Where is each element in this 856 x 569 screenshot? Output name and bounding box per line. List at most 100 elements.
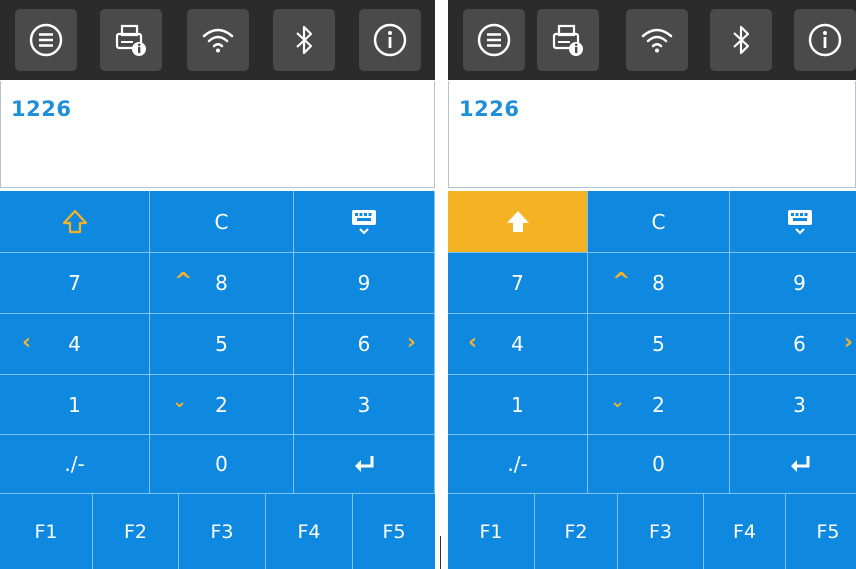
shift-key[interactable] bbox=[0, 191, 150, 253]
key-1-label: 1 bbox=[68, 392, 81, 417]
down-arrow-icon: ⌄ bbox=[610, 391, 626, 412]
key-2-label: 2 bbox=[215, 392, 228, 417]
symbol-key-label: ./- bbox=[507, 452, 528, 476]
wifi-button[interactable] bbox=[187, 9, 249, 71]
key-3[interactable]: 3 bbox=[294, 375, 435, 435]
f1-key[interactable]: F1 bbox=[448, 494, 535, 569]
display-value: 1226 bbox=[459, 97, 520, 121]
enter-key[interactable] bbox=[730, 435, 856, 494]
bluetooth-button[interactable] bbox=[273, 9, 335, 71]
f1-key-label: F1 bbox=[479, 520, 503, 543]
clear-key-label: C bbox=[651, 209, 666, 234]
f4-key-label: F4 bbox=[297, 520, 321, 543]
clear-key-label: C bbox=[214, 209, 229, 234]
key-9[interactable]: 9 bbox=[730, 253, 856, 314]
info-button[interactable] bbox=[359, 9, 421, 71]
input-display[interactable]: 1226 bbox=[0, 81, 435, 188]
f2-key[interactable]: F2 bbox=[93, 494, 179, 569]
key-8[interactable]: ^ 8 bbox=[588, 253, 730, 314]
key-9[interactable]: 9 bbox=[294, 253, 435, 314]
key-4[interactable]: ‹ 4 bbox=[0, 314, 150, 375]
f5-key-label: F5 bbox=[816, 520, 840, 543]
toolbar bbox=[448, 0, 856, 80]
info-button[interactable] bbox=[794, 9, 856, 71]
keyboard-toggle-key[interactable] bbox=[294, 191, 435, 253]
f2-key-label: F2 bbox=[123, 520, 148, 543]
f5-key[interactable]: F5 bbox=[353, 494, 435, 569]
key-3[interactable]: 3 bbox=[730, 375, 856, 435]
clear-key[interactable]: C bbox=[150, 191, 294, 253]
toolbar bbox=[0, 0, 435, 80]
bluetooth-icon bbox=[296, 25, 313, 55]
key-5-label: 5 bbox=[652, 332, 665, 356]
f3-key[interactable]: F3 bbox=[618, 494, 704, 569]
enter-key[interactable] bbox=[294, 435, 435, 494]
info-icon bbox=[808, 23, 842, 57]
f4-key[interactable]: F4 bbox=[704, 494, 786, 569]
f3-key[interactable]: F3 bbox=[179, 494, 266, 569]
key-5[interactable]: 5 bbox=[588, 314, 730, 375]
key-3-label: 3 bbox=[793, 392, 806, 417]
f2-key[interactable]: F2 bbox=[535, 494, 618, 569]
f3-key-label: F3 bbox=[210, 520, 234, 543]
key-0-label: 0 bbox=[215, 452, 228, 476]
keyboard-icon bbox=[352, 209, 376, 234]
shift-outline-icon bbox=[62, 209, 87, 233]
shift-filled-icon bbox=[506, 210, 529, 232]
keypad-panel-left: 1226 C 7 ^ 8 9 ‹ 4 5 6 › 1 ⌄ 2 3 ./- 0 F… bbox=[0, 0, 435, 569]
key-4[interactable]: ‹ 4 bbox=[448, 314, 588, 375]
right-arrow-icon: › bbox=[843, 330, 853, 355]
symbol-key-label: ./- bbox=[64, 452, 85, 476]
key-6[interactable]: 6 › bbox=[294, 314, 435, 375]
input-display[interactable]: 1226 bbox=[448, 81, 856, 188]
wifi-button[interactable] bbox=[626, 9, 688, 71]
key-7[interactable]: 7 bbox=[0, 253, 150, 314]
key-8[interactable]: ^ 8 bbox=[150, 253, 294, 314]
key-1-label: 1 bbox=[511, 392, 524, 417]
key-0-label: 0 bbox=[652, 452, 665, 476]
key-9-label: 9 bbox=[793, 271, 806, 295]
keyboard-icon bbox=[787, 209, 812, 234]
key-1[interactable]: 1 bbox=[0, 375, 150, 435]
f1-key[interactable]: F1 bbox=[0, 494, 93, 569]
printer-info-icon bbox=[115, 24, 146, 56]
symbol-key[interactable]: ./- bbox=[448, 435, 588, 494]
wifi-icon bbox=[641, 28, 673, 53]
menu-button[interactable] bbox=[463, 9, 525, 71]
key-0[interactable]: 0 bbox=[150, 435, 294, 494]
key-1[interactable]: 1 bbox=[448, 375, 588, 435]
clear-key[interactable]: C bbox=[588, 191, 730, 253]
key-7[interactable]: 7 bbox=[448, 253, 588, 314]
key-2[interactable]: ⌄ 2 bbox=[588, 375, 730, 435]
bluetooth-button[interactable] bbox=[710, 9, 772, 71]
f5-key[interactable]: F5 bbox=[786, 494, 856, 569]
key-4-label: 4 bbox=[68, 332, 81, 356]
right-arrow-icon: › bbox=[406, 330, 416, 355]
printer-info-icon bbox=[552, 24, 583, 56]
numeric-keypad: C 7 ^ 8 9 ‹ 4 5 6 › 1 ⌄ 2 3 ./- 0 F1 F2 … bbox=[0, 191, 435, 569]
f4-key[interactable]: F4 bbox=[266, 494, 353, 569]
key-2[interactable]: ⌄ 2 bbox=[150, 375, 294, 435]
keyboard-toggle-key[interactable] bbox=[730, 191, 856, 253]
bluetooth-icon bbox=[733, 25, 750, 55]
key-4-label: 4 bbox=[511, 332, 524, 356]
key-6-label: 6 bbox=[357, 332, 371, 356]
f1-key-label: F1 bbox=[34, 520, 58, 543]
shift-key[interactable] bbox=[448, 191, 588, 253]
menu-button[interactable] bbox=[15, 9, 77, 71]
left-arrow-icon: ‹ bbox=[468, 330, 478, 355]
wifi-icon bbox=[202, 28, 234, 53]
key-7-label: 7 bbox=[68, 271, 81, 295]
printer-info-button[interactable] bbox=[100, 9, 162, 71]
menu-icon bbox=[477, 23, 511, 57]
key-8-label: 8 bbox=[652, 271, 665, 295]
printer-info-button[interactable] bbox=[537, 9, 599, 71]
key-6[interactable]: 6 › bbox=[730, 314, 856, 375]
display-value: 1226 bbox=[11, 97, 72, 121]
f3-key-label: F3 bbox=[648, 520, 673, 543]
key-0[interactable]: 0 bbox=[588, 435, 730, 494]
key-7-label: 7 bbox=[511, 271, 524, 295]
symbol-key[interactable]: ./- bbox=[0, 435, 150, 494]
numeric-keypad: C 7 ^ 8 9 ‹ 4 5 6 › 1 ⌄ 2 3 ./- 0 F1 F2 … bbox=[448, 191, 856, 569]
key-5[interactable]: 5 bbox=[150, 314, 294, 375]
